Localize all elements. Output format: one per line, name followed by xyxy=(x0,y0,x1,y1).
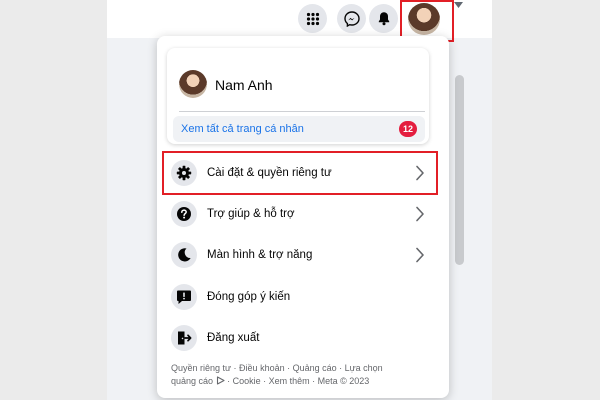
feedback-icon xyxy=(171,284,197,310)
see-all-profiles-link[interactable]: Xem tất cả trang cá nhân 12 xyxy=(173,116,425,142)
profile-card: Nam Anh Xem tất cả trang cá nhân 12 xyxy=(167,48,429,144)
see-all-profiles-label: Xem tất cả trang cá nhân xyxy=(181,123,304,135)
profile-name[interactable]: Nam Anh xyxy=(215,77,273,93)
chevron-right-icon xyxy=(416,206,424,222)
chevron-right-icon xyxy=(416,165,424,181)
help-icon xyxy=(171,201,197,227)
scrollbar[interactable] xyxy=(455,75,464,265)
chevron-right-icon xyxy=(416,247,424,263)
menu-item-label: Đăng xuất xyxy=(207,332,260,344)
menu-item-give-feedback[interactable]: Đóng góp ý kiến xyxy=(165,279,431,315)
footer-links: Quyền riêng tư · Điều khoản · Quảng cáo … xyxy=(171,362,433,387)
profile-avatar-button[interactable] xyxy=(408,3,440,35)
chevron-down-icon xyxy=(454,2,463,8)
menu-item-log-out[interactable]: Đăng xuất xyxy=(165,320,431,356)
messenger-button[interactable] xyxy=(337,4,366,33)
menu-grid-button[interactable] xyxy=(298,4,327,33)
bell-icon xyxy=(378,12,389,26)
menu-item-label: Đóng góp ý kiến xyxy=(207,291,291,303)
messenger-icon xyxy=(343,10,360,27)
menu-item-label: Cài đặt & quyền riêng tư xyxy=(207,167,332,179)
top-navigation-bar xyxy=(107,0,492,38)
menu-item-help-support[interactable]: Trợ giúp & hỗ trợ xyxy=(165,196,431,232)
avatar xyxy=(179,70,207,98)
moon-icon xyxy=(171,242,197,268)
divider xyxy=(179,111,425,112)
menu-item-settings-privacy[interactable]: Cài đặt & quyền riêng tư xyxy=(165,155,431,191)
notification-badge: 12 xyxy=(399,121,417,137)
facebook-screen: Nam Anh Xem tất cả trang cá nhân 12 Cài … xyxy=(107,0,492,400)
footer-links-rest[interactable]: · Cookie · Xem thêm · Meta © 2023 xyxy=(227,376,369,386)
notifications-button[interactable] xyxy=(369,4,398,33)
menu-item-label: Trợ giúp & hỗ trợ xyxy=(207,208,295,220)
logout-icon xyxy=(171,325,197,351)
menu-item-label: Màn hình & trợ năng xyxy=(207,249,313,261)
footer-line-2: quảng cáo · Cookie · Xem thêm · Meta © 2… xyxy=(171,375,433,388)
menu-grid-icon xyxy=(306,12,319,25)
ad-choices-link[interactable]: quảng cáo xyxy=(171,376,213,386)
footer-line-1[interactable]: Quyền riêng tư · Điều khoản · Quảng cáo … xyxy=(171,362,433,375)
ad-choices-icon xyxy=(216,375,225,385)
gear-icon xyxy=(171,160,197,186)
menu-item-display-accessibility[interactable]: Màn hình & trợ năng xyxy=(165,237,431,273)
account-menu: Nam Anh Xem tất cả trang cá nhân 12 Cài … xyxy=(157,36,449,398)
